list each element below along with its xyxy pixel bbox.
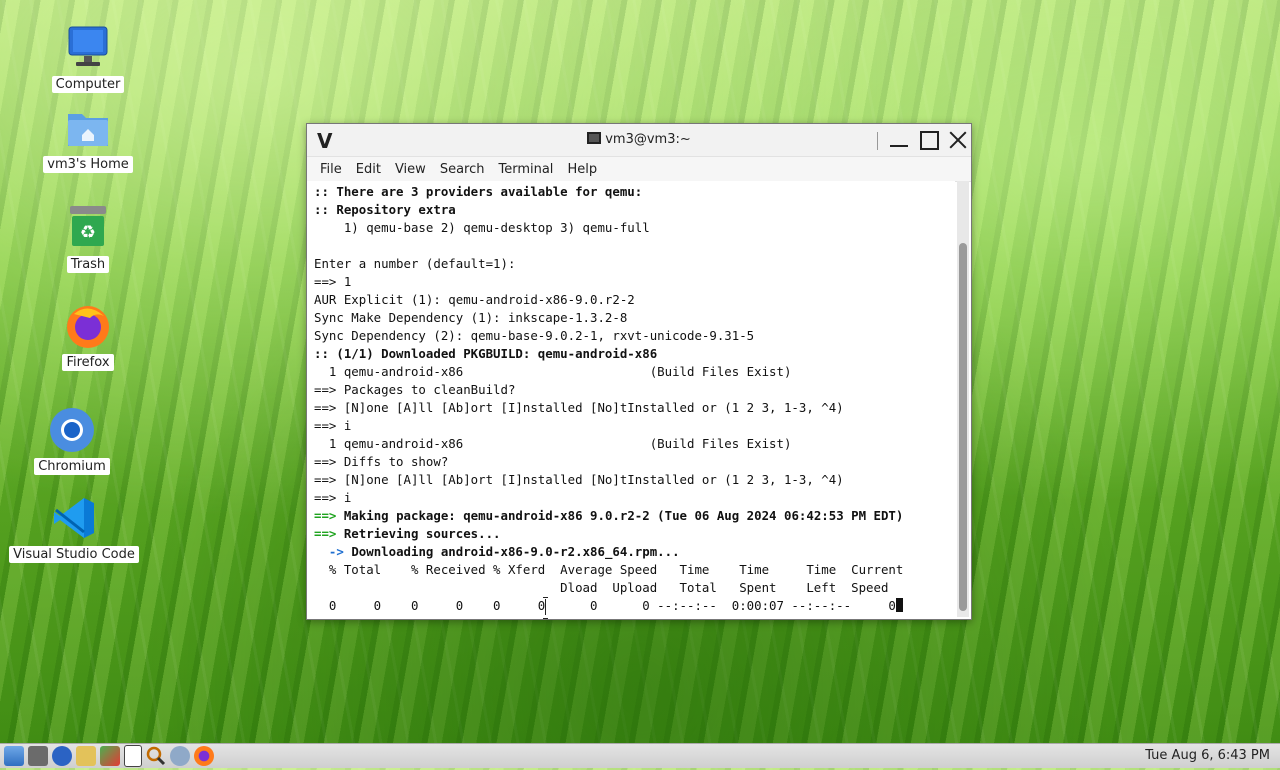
search-magnifier-icon[interactable]	[146, 746, 166, 766]
terminal-line: Dload Upload Total Spent Left Speed	[314, 580, 889, 595]
terminal-line-downloading: -> Downloading android-x86-9.0-r2.x86_64…	[314, 543, 955, 561]
scrollbar-thumb[interactable]	[959, 243, 967, 611]
menu-edit[interactable]: Edit	[349, 162, 388, 177]
desktop-icon-trash[interactable]: ♻ Trash	[18, 204, 158, 273]
terminal-line: 1 qemu-android-x86 (Build Files Exist)	[314, 364, 792, 379]
tasks-icon[interactable]	[76, 746, 96, 766]
desktop-icon-computer[interactable]: Computer	[18, 24, 158, 93]
terminal-line: ==> [N]one [A]ll [Ab]ort [I]nstalled [No…	[314, 472, 844, 487]
terminal-line: :: There are 3 providers available for q…	[314, 184, 643, 199]
window-title-text: vm3@vm3:~	[605, 132, 691, 147]
terminal-scrollbar[interactable]	[957, 181, 969, 617]
firefox-icon	[64, 302, 112, 350]
close-button[interactable]	[946, 128, 970, 152]
desktop-icon-chromium[interactable]: Chromium	[2, 406, 142, 475]
terminal-line: ==> [N]one [A]ll [Ab]ort [I]nstalled [No…	[314, 400, 844, 415]
downloading-text: Downloading android-x86-9.0-r2.x86_64.rp…	[351, 544, 680, 559]
paint-icon[interactable]	[100, 746, 120, 766]
terminal-line: 1) qemu-base 2) qemu-desktop 3) qemu-ful…	[314, 220, 650, 235]
home-folder-icon	[64, 104, 112, 152]
retrieving-text: Retrieving sources...	[336, 526, 501, 541]
sub-arrow: ->	[314, 544, 344, 559]
terminal-output[interactable]: :: There are 3 providers available for q…	[307, 181, 955, 619]
terminal-line: ==> i	[314, 418, 352, 433]
accessibility-icon[interactable]	[52, 746, 72, 766]
taskbar-clock[interactable]: Tue Aug 6, 6:43 PM	[1145, 748, 1270, 763]
terminal-line: Sync Make Dependency (1): inkscape-1.3.2…	[314, 310, 628, 325]
menu-help[interactable]: Help	[560, 162, 604, 177]
terminal-line: :: Repository extra	[314, 202, 456, 217]
terminal-line: ==> Diffs to show?	[314, 454, 449, 469]
terminal-line: 1 qemu-android-x86 (Build Files Exist)	[314, 436, 792, 451]
terminal-window: V vm3@vm3:~ File Edit View Search Termin…	[306, 123, 972, 620]
minimize-button[interactable]	[887, 128, 911, 152]
desktop-icon-vscode[interactable]: Visual Studio Code	[4, 494, 144, 563]
terminal-line: % Total % Received % Xferd Average Speed…	[314, 562, 904, 577]
menu-view[interactable]: View	[388, 162, 433, 177]
desktop-icon-home[interactable]: vm3's Home	[18, 104, 158, 173]
desktop-icon-label: Firefox	[62, 354, 114, 371]
progress-text: 0 0 0 0 0 0 0 0 --:--:-- 0:00:07 --:--:-…	[314, 598, 896, 613]
trash-icon: ♻	[64, 204, 112, 252]
terminal-line: ==> Packages to cleanBuild?	[314, 382, 516, 397]
chromium-icon	[48, 406, 96, 454]
taskbar: Tue Aug 6, 6:43 PM	[0, 743, 1280, 768]
menu-file[interactable]: File	[313, 162, 349, 177]
terminal-line: Enter a number (default=1):	[314, 256, 516, 271]
terminal-line: Sync Dependency (2): qemu-base-9.0.2-1, …	[314, 328, 755, 343]
terminal-line-making: ==> Making package: qemu-android-x86 9.0…	[314, 507, 955, 525]
titlebar-separator	[877, 132, 878, 150]
desktop-icon-label: Trash	[66, 256, 110, 273]
menu-bar: File Edit View Search Terminal Help	[307, 157, 971, 182]
terminal-line-progress: 0 0 0 0 0 0 0 0 --:--:-- 0:00:07 --:--:-…	[314, 597, 955, 615]
network-icon[interactable]	[170, 746, 190, 766]
text-cursor	[895, 598, 903, 612]
green-arrow: ==>	[314, 508, 337, 523]
settings-icon[interactable]	[28, 746, 48, 766]
green-arrow: ==>	[314, 526, 337, 541]
firefox-icon[interactable]	[194, 746, 214, 766]
svg-text:♻: ♻	[80, 222, 96, 243]
maximize-button[interactable]	[917, 128, 941, 152]
desktop-icon-label: vm3's Home	[43, 156, 133, 173]
vscode-icon	[50, 494, 98, 542]
terminal-line: :: (1/1) Downloaded PKGBUILD: qemu-andro…	[314, 346, 658, 361]
terminal-line: ==> i	[314, 490, 352, 505]
terminal-line: ==> 1	[314, 274, 352, 289]
making-text: Making package: qemu-android-x86 9.0.r2-…	[336, 508, 904, 523]
desktop-icon-label: Chromium	[34, 458, 110, 475]
computer-icon	[64, 24, 112, 72]
terminal-line-retrieving: ==> Retrieving sources...	[314, 525, 955, 543]
start-menu-icon[interactable]	[4, 746, 24, 766]
desktop-icon-label: Computer	[51, 76, 125, 93]
terminal-icon	[587, 132, 602, 144]
menu-terminal[interactable]: Terminal	[491, 162, 560, 177]
desktop-icon-label: Visual Studio Code	[9, 546, 139, 563]
mouse-ibeam-cursor-icon	[543, 597, 549, 619]
terminal-icon[interactable]	[124, 745, 142, 767]
terminal-titlebar[interactable]: V vm3@vm3:~	[307, 124, 971, 157]
desktop-icon-firefox[interactable]: Firefox	[18, 302, 158, 371]
terminal-line: AUR Explicit (1): qemu-android-x86-9.0.r…	[314, 292, 635, 307]
menu-search[interactable]: Search	[433, 162, 492, 177]
window-title: vm3@vm3:~	[307, 132, 971, 147]
